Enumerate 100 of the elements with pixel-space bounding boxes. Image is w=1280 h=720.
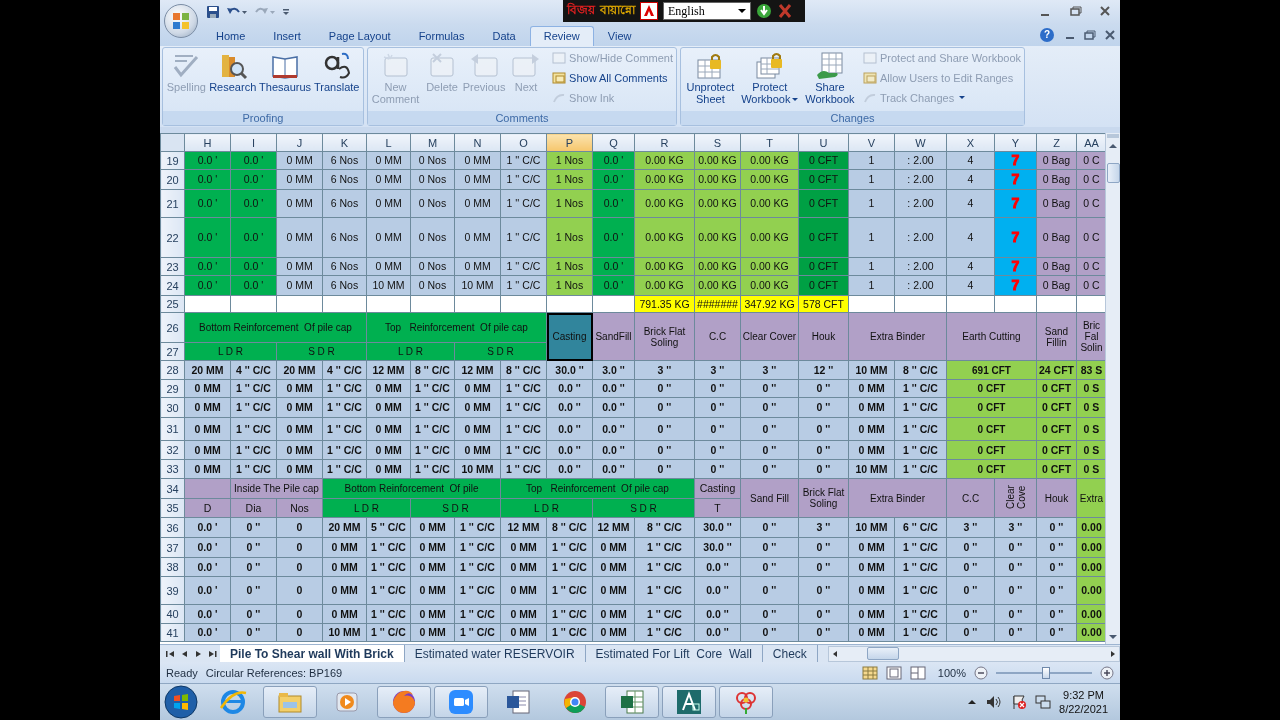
ribbon-tab[interactable]: Review [529,25,594,46]
table-cell[interactable]: 0 Nos [410,217,455,258]
table-cell[interactable]: 1 [848,217,895,258]
table-cell[interactable]: 0.00 KG [694,217,741,258]
table-cell[interactable]: Houk [798,312,849,361]
column-header[interactable]: L [366,133,411,152]
horizontal-scrollbar[interactable] [828,645,1120,662]
column-header[interactable]: S [694,133,741,152]
table-cell[interactable]: Houk [1036,478,1077,518]
column-header[interactable]: Q [592,133,635,152]
row-header[interactable]: 30 [160,397,185,418]
start-button-icon[interactable] [164,685,198,720]
table-cell[interactable]: Clear Cove [994,478,1037,518]
column-header[interactable]: R [634,133,695,152]
ribbon-button[interactable]: Research [208,50,257,93]
row-header[interactable]: 26 [160,312,185,343]
ribbon-button[interactable]: Thesaurus [258,50,312,93]
table-cell[interactable]: Sand Fillin [1036,312,1077,361]
table-cell[interactable]: 0.0 ' [230,217,277,258]
scroll-thumb[interactable] [867,647,899,661]
select-all-button[interactable] [160,133,185,152]
column-header[interactable]: H [184,133,231,152]
ribbon-tab[interactable]: Home [202,25,260,46]
table-cell[interactable]: 0.00 KG [634,189,695,218]
table-cell[interactable]: Extra Binder [848,312,947,361]
taskbar-button[interactable] [662,686,716,719]
ribbon-tab[interactable]: View [593,25,646,46]
table-cell[interactable]: 0.00 KG [740,217,799,258]
table-cell[interactable]: Extra Binder [848,478,947,518]
table-cell[interactable]: Earth Cutting [946,312,1037,361]
table-cell[interactable]: C.C [694,312,741,361]
ribbon-button[interactable]: Translate [313,50,360,93]
column-header[interactable]: AA [1076,133,1105,152]
row-header[interactable]: 31 [160,417,185,441]
taskbar-button[interactable] [719,686,773,719]
ribbon-tab[interactable]: Page Layout [314,25,405,46]
table-cell[interactable]: Brick Flat Soling [634,312,695,361]
row-header[interactable]: 22 [160,217,185,258]
table-cell[interactable]: Clear Cover [740,312,799,361]
column-header[interactable]: Z [1036,133,1077,152]
table-cell[interactable]: 4 [946,217,995,258]
taskbar-button[interactable] [434,686,488,719]
table-cell[interactable]: 0 Bag [1036,217,1077,258]
ribbon-button[interactable]: Unprotect Sheet [684,50,737,105]
table-cell[interactable]: 0.0 ' [592,217,635,258]
row-header[interactable]: 21 [160,189,185,218]
table-cell[interactable]: Top Reinforcement Of pile cap [366,312,547,343]
ribbon-button[interactable]: Protect Workbook [738,50,801,105]
sheet-tab[interactable]: Pile To Shear wall With Brick [220,645,405,663]
close-icon[interactable] [777,3,793,19]
page-break-icon[interactable] [909,665,926,680]
column-header[interactable]: K [322,133,367,152]
table-cell[interactable]: C.C [946,478,995,518]
ribbon-tab[interactable]: Formulas [404,25,479,46]
row-header[interactable]: 37 [160,537,185,558]
table-cell[interactable]: 0.00 KG [634,217,695,258]
table-cell[interactable]: 0 MM [276,217,323,258]
column-header[interactable]: W [894,133,947,152]
table-cell[interactable]: : 2.00 [894,217,947,258]
ribbon-tab[interactable]: Data [478,25,530,46]
column-header[interactable]: P [546,133,593,152]
network-icon[interactable] [1035,694,1052,711]
split-handle[interactable] [1107,134,1119,139]
column-header[interactable]: Y [994,133,1037,152]
normal-view-icon[interactable] [861,665,878,680]
row-header[interactable]: 24 [160,275,185,296]
zoom-in-icon[interactable] [1100,665,1114,680]
scroll-thumb[interactable] [1106,163,1120,184]
table-cell[interactable]: Brick Flat Soling [798,478,849,518]
taskbar-button[interactable] [377,686,431,719]
table-cell[interactable]: 0.00 KG [740,189,799,218]
slider-thumb[interactable] [1041,666,1050,679]
table-cell[interactable]: 1 Nos [546,217,593,258]
table-cell[interactable]: SandFill [592,312,635,361]
row-header[interactable]: 36 [160,517,185,538]
column-header[interactable]: J [276,133,323,152]
row-header[interactable]: 34 [160,478,185,499]
column-header[interactable]: V [848,133,895,152]
column-header[interactable]: M [410,133,455,152]
language-dropdown[interactable]: English [663,2,751,20]
flag-icon[interactable] [1011,694,1028,711]
table-cell[interactable]: 6 Nos [322,217,367,258]
table-cell[interactable]: 0 MM [454,217,501,258]
vertical-scrollbar[interactable] [1105,133,1120,645]
taskbar-button[interactable] [605,686,659,719]
help-button[interactable]: ? [1040,27,1054,42]
column-header[interactable]: N [454,133,501,152]
table-cell[interactable]: Bottom Reinforcement Of pile cap [184,312,367,343]
table-cell[interactable]: 1 '' C/C [634,576,695,605]
row-header[interactable]: 39 [160,576,185,605]
column-header[interactable]: T [740,133,799,152]
table-cell[interactable]: Sand Fill [740,478,799,518]
column-header[interactable]: U [798,133,849,152]
download-icon[interactable] [756,3,772,19]
table-cell[interactable]: 0 MM [366,217,411,258]
table-cell[interactable]: 0 CFT [798,217,849,258]
table-cell[interactable]: 0 '' [740,576,799,605]
column-header[interactable]: O [500,133,547,152]
ribbon-button[interactable]: Share Workbook [802,50,857,105]
table-cell[interactable]: 0.0 ' [184,217,231,258]
